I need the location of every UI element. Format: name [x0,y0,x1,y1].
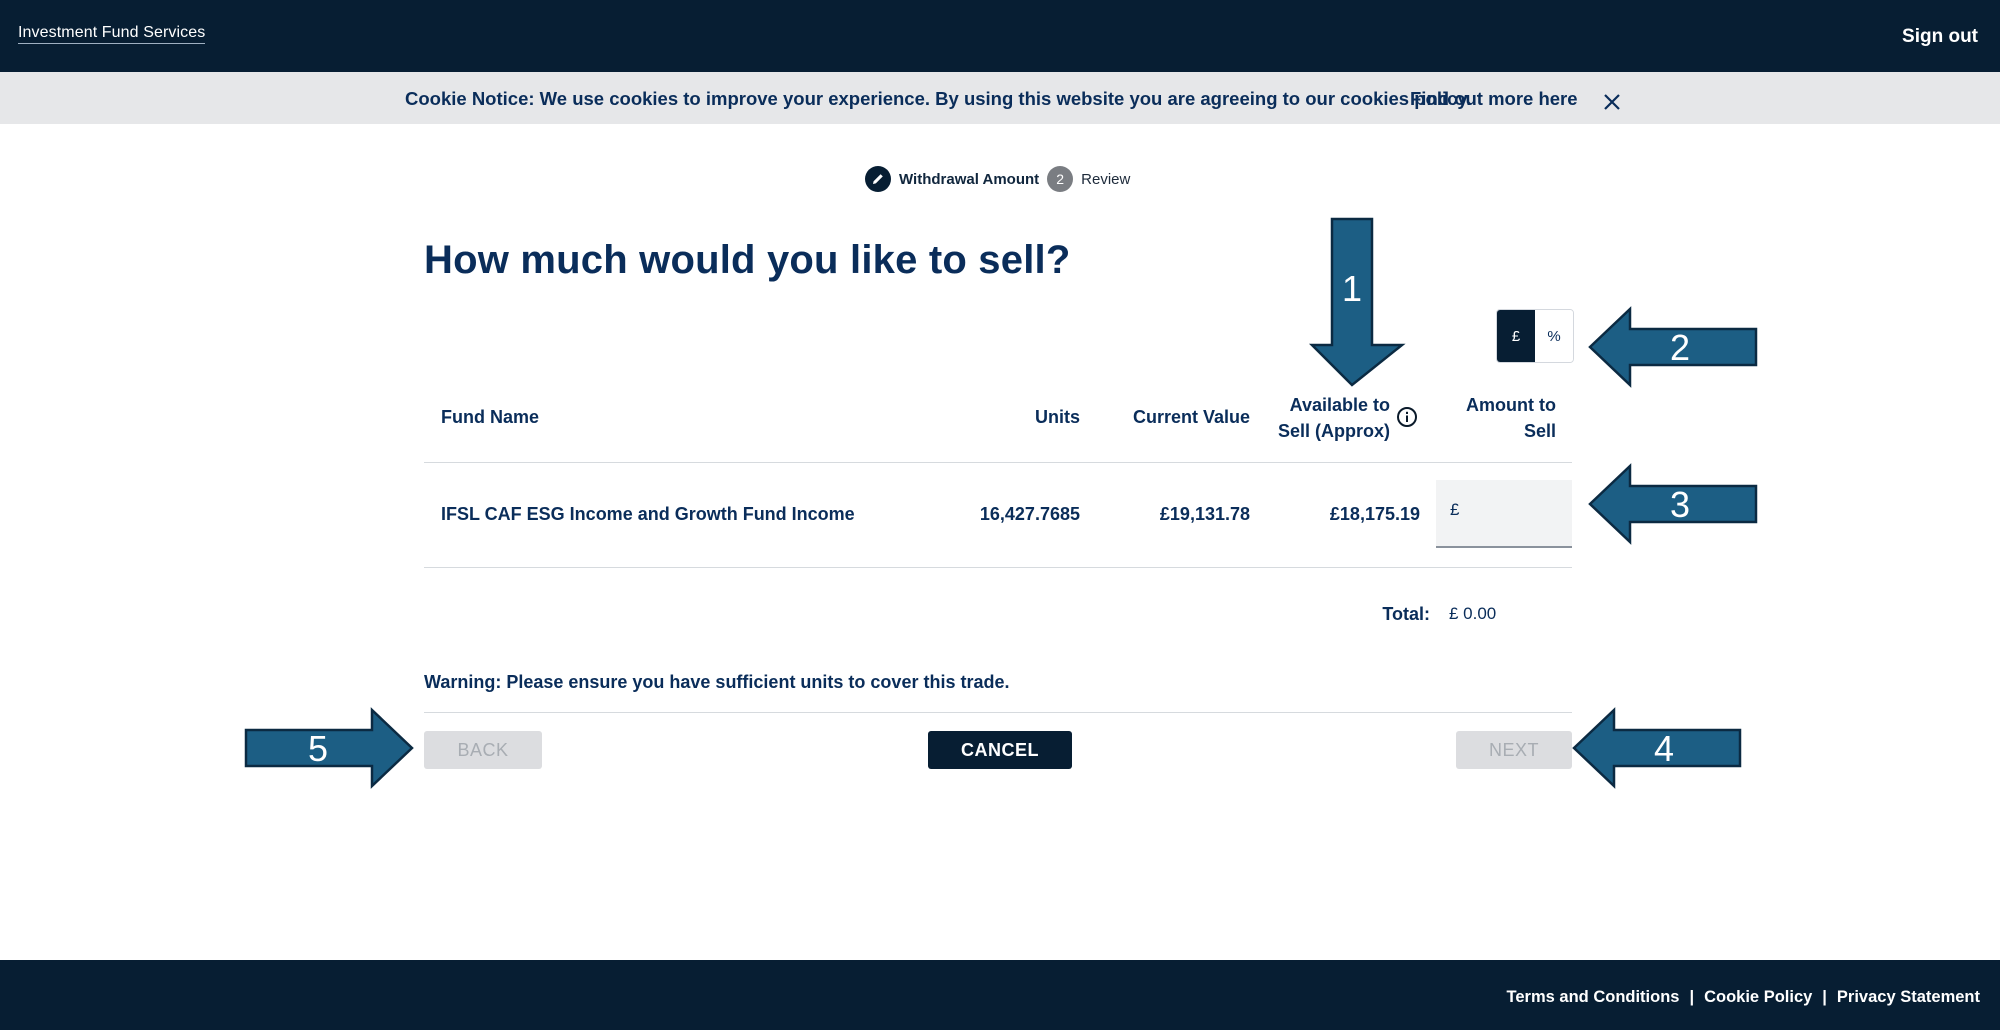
step-review: Review [1081,170,1131,188]
cookie-policy-link[interactable]: Cookie Policy [1704,988,1812,1006]
pound-toggle-button[interactable]: £ [1497,310,1535,362]
step-2-number: 2 [1047,166,1074,192]
column-header-units: Units [1035,407,1080,427]
info-icon[interactable] [1396,406,1418,428]
sign-out-link[interactable]: Sign out [1902,26,1978,48]
buttons-divider [424,712,1572,713]
amount-currency-prefix: £ [1450,500,1460,519]
warning-message: Warning: Please ensure you have sufficie… [424,672,1010,692]
column-header-available-to-sell: Available to Sell (Approx) [1260,392,1390,444]
annotation-arrow-2: 2 [1588,306,1758,388]
back-button[interactable]: BACK [424,731,542,769]
close-icon[interactable] [1600,90,1624,114]
total-label: Total: [1382,604,1430,624]
available-to-sell-cell: £18,175.19 [1329,504,1420,524]
footer-separator: | [1689,988,1695,1006]
annotation-arrow-4: 4 [1572,707,1742,789]
cookie-notice: Cookie Notice: We use cookies to improve… [0,72,2000,124]
column-header-current-value: Current Value [1132,407,1250,427]
percent-toggle-button[interactable]: % [1535,310,1573,362]
terms-link[interactable]: Terms and Conditions [1507,988,1680,1006]
column-header-amount-to-sell: Amount to Sell [1420,392,1556,444]
column-header-amount-line2: Sell [1523,421,1556,441]
fund-name-cell: IFSL CAF ESG Income and Growth Fund Inco… [441,504,855,524]
top-header: Investment Fund Services Sign out [0,0,2000,72]
annotation-arrow-1: 1 [1308,217,1406,387]
table-header-divider [424,462,1572,463]
cookie-notice-text: Cookie Notice: We use cookies to improve… [405,88,1472,109]
app-frame: Investment Fund Services Sign out Cookie… [0,0,2000,1030]
privacy-statement-link[interactable]: Privacy Statement [1837,988,1980,1006]
step-withdrawal-amount: Withdrawal Amount [899,170,1040,188]
annotation-arrow-3: 3 [1588,463,1758,545]
annotation-label-3: 3 [1670,484,1690,525]
cancel-button[interactable]: CANCEL [928,731,1072,769]
annotation-label-5: 5 [308,728,328,769]
footer-links: Terms and Conditions | Cookie Policy | Priva… [1507,988,1980,1007]
brand-name[interactable]: Investment Fund Services [18,24,206,44]
column-header-fund-name: Fund Name [441,407,540,427]
amount-mode-toggle: £ % [1496,309,1574,363]
total-value: £ 0.00 [1449,604,1497,623]
column-header-available-line1: Available to [1289,395,1390,415]
current-value-cell: £19,131.78 [1159,504,1250,524]
pencil-icon [865,166,891,192]
annotation-arrow-5: 5 [244,707,414,789]
column-header-amount-line1: Amount to [1466,395,1556,415]
table-row-divider [424,567,1572,568]
units-cell: 16,427.7685 [979,504,1080,524]
annotation-label-4: 4 [1654,728,1674,769]
column-header-available-line2: Sell (Approx) [1277,421,1390,441]
footer-separator: | [1822,988,1827,1006]
amount-to-sell-input[interactable]: £ [1436,480,1572,548]
annotation-label-1: 1 [1342,268,1362,309]
next-button[interactable]: NEXT [1456,731,1572,769]
footer: Terms and Conditions | Cookie Policy | Priva… [0,960,2000,1030]
cookie-find-out-more-link[interactable]: Find out more here [1410,88,1578,110]
annotation-label-2: 2 [1670,327,1690,368]
progress-stepper: Withdrawal Amount 2 Review [865,166,1138,192]
page-title: How much would you like to sell? [424,238,1071,282]
